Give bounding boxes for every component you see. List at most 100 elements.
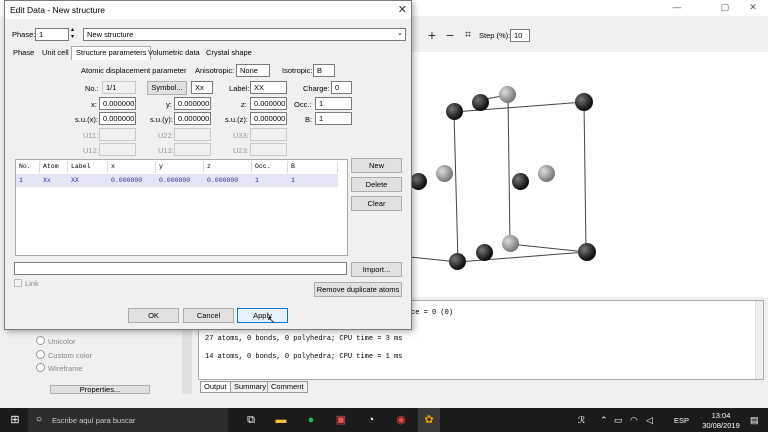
z-label: z:	[241, 100, 247, 109]
anisotropic-label: Anisotropic:	[195, 66, 235, 75]
suy-input[interactable]: 0.000000	[174, 112, 211, 125]
occ-label: Occ.:	[294, 100, 312, 109]
chrome-icon[interactable]: ◉	[390, 408, 412, 432]
system-tray-icon[interactable]: ⌃	[600, 415, 608, 426]
anisotropic-select[interactable]: None	[236, 64, 270, 77]
u12-field	[99, 143, 136, 156]
apply-button[interactable]: Apply	[237, 308, 288, 323]
b-input[interactable]: 1	[315, 112, 352, 125]
battery-icon[interactable]: ▭	[614, 415, 623, 426]
atomic-disp-label: Atomic displacement parameter	[81, 66, 187, 75]
minimize-icon[interactable]: —	[666, 0, 688, 14]
atom-sphere	[476, 244, 493, 261]
tab-summary[interactable]: Summary	[230, 381, 271, 393]
import-button[interactable]: Import...	[351, 262, 402, 277]
isotropic-label: Isotropic:	[282, 66, 313, 75]
phase-spinner[interactable]: ▴ ▾	[71, 27, 74, 41]
panel-scrollbar[interactable]	[182, 330, 192, 394]
network-icon[interactable]: ◠	[630, 415, 638, 426]
task-view-icon[interactable]: ⧉	[240, 408, 262, 432]
zoom-in-icon[interactable]: +	[424, 27, 440, 43]
table-cell: Xx	[43, 177, 51, 184]
u23-field	[250, 143, 287, 156]
output-scrollbar[interactable]	[755, 301, 763, 379]
table-header: Atom	[40, 161, 68, 173]
vesta-icon[interactable]: ✿	[418, 408, 440, 432]
x-input[interactable]: 0.000000	[99, 97, 136, 110]
edit-data-dialog: Edit Data - New structure ✕ Phase: 1 ▴ ▾ …	[4, 0, 412, 330]
dialog-title: Edit Data - New structure	[5, 1, 411, 19]
remove-duplicate-atoms-button[interactable]: Remove duplicate atoms	[314, 282, 402, 297]
delete-button[interactable]: Delete	[351, 177, 402, 192]
output-line: 27 atoms, 0 bonds, 0 polyhedra; CPU time…	[205, 335, 403, 343]
z-input[interactable]: 0.000000	[250, 97, 287, 110]
tab-crystal-shape[interactable]: Crystal shape	[202, 47, 256, 60]
radio-unicolor[interactable]: Unicolor	[36, 336, 76, 346]
tab-phase[interactable]: Phase	[9, 47, 38, 60]
volume-icon[interactable]: ◁	[646, 415, 653, 426]
windows-start-icon[interactable]: ⊞	[4, 408, 26, 432]
table-cell: 1	[19, 177, 23, 184]
tab-unit-cell[interactable]: Unit cell	[38, 47, 73, 60]
step-label: Step (%):	[479, 31, 511, 40]
file-explorer-icon[interactable]: ▬	[270, 408, 292, 432]
chevron-down-icon: ⌄	[397, 30, 403, 37]
u12-label: U12:	[83, 146, 99, 155]
atom-sphere	[575, 93, 593, 111]
u23-label: U23:	[233, 146, 249, 155]
charge-input[interactable]: 0	[331, 81, 352, 94]
app-icon-2[interactable]: ◔	[360, 408, 382, 432]
atom-table[interactable]: No. Atom Label x y z Occ. B 1 Xx XX 0.00…	[15, 159, 348, 256]
table-header: Label	[68, 161, 108, 173]
atom-sphere	[449, 253, 466, 270]
suz-input[interactable]: 0.000000	[250, 112, 287, 125]
people-icon[interactable]: ℛ	[578, 415, 585, 426]
clear-button[interactable]: Clear	[351, 196, 402, 211]
notifications-icon[interactable]: ▤	[750, 415, 759, 426]
clock-date[interactable]: 30/08/2019	[698, 421, 744, 430]
table-cell: 1	[255, 177, 259, 184]
zoom-out-icon[interactable]: −	[442, 27, 458, 43]
close-icon[interactable]: ✕	[398, 3, 407, 16]
table-header: z	[204, 161, 252, 173]
tab-volumetric-data[interactable]: Volumetric data	[144, 47, 204, 60]
sux-input[interactable]: 0.000000	[99, 112, 136, 125]
app-icon[interactable]: ▣	[330, 408, 352, 432]
structure-canvas[interactable]	[410, 52, 768, 297]
charge-label: Charge:	[303, 84, 330, 93]
new-button[interactable]: New	[351, 158, 402, 173]
isotropic-select[interactable]: B	[313, 64, 335, 77]
phase-label: Phase:	[12, 30, 36, 39]
cancel-button[interactable]: Cancel	[183, 308, 234, 323]
close-window-icon[interactable]: ✕	[742, 0, 764, 14]
y-input[interactable]: 0.000000	[174, 97, 211, 110]
output-line: 14 atoms, 0 bonds, 0 polyhedra; CPU time…	[205, 353, 403, 361]
symbol-input[interactable]: Xx	[191, 81, 213, 94]
tab-structure-parameters[interactable]: Structure parameters	[71, 46, 152, 61]
progress-field	[14, 262, 347, 275]
structure-name-select[interactable]: New structure	[83, 28, 406, 41]
ok-button[interactable]: OK	[128, 308, 179, 323]
link-checkbox[interactable]	[14, 279, 22, 287]
fit-icon[interactable]: ⌗	[460, 27, 476, 43]
radio-wireframe[interactable]: Wireframe	[36, 363, 83, 373]
search-icon: ○	[36, 414, 43, 425]
step-input[interactable]: 10	[510, 29, 530, 42]
radio-custom-color[interactable]: Custom color	[36, 350, 92, 360]
phase-input[interactable]: 1	[35, 28, 69, 41]
label-label: Label:	[229, 84, 250, 93]
table-cell: 0.000000	[207, 177, 239, 184]
tab-output[interactable]: Output	[200, 381, 231, 393]
spotify-icon[interactable]: ●	[300, 408, 322, 432]
clock-time[interactable]: 13:04	[702, 411, 740, 420]
tab-comment[interactable]: Comment	[267, 381, 308, 393]
atom-sphere	[410, 173, 427, 190]
properties-button[interactable]: Properties...	[50, 385, 150, 394]
language-indicator[interactable]: ESP	[674, 416, 689, 425]
taskbar: ⊞ ○ Escribe aquí para buscar ⧉ ▬ ● ▣ ◔ ◉…	[0, 408, 768, 432]
occ-input[interactable]: 1	[315, 97, 352, 110]
maximize-icon[interactable]: ▢	[714, 0, 736, 14]
symbol-button[interactable]: Symbol...	[147, 81, 187, 95]
label-input[interactable]: XX	[250, 81, 287, 94]
suy-label: s.u.(y):	[150, 115, 173, 124]
